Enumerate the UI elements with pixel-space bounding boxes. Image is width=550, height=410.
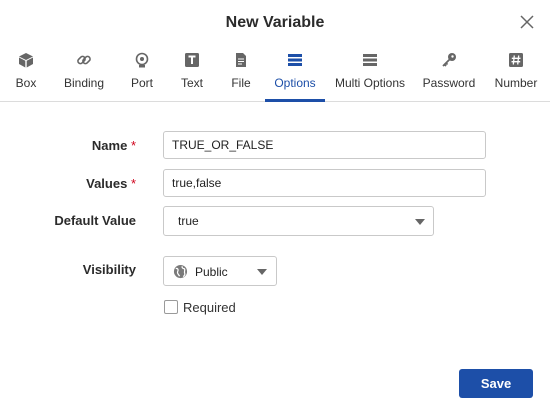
name-input[interactable]: TRUE_OR_FALSE (163, 131, 486, 159)
tab-label: Binding (63, 76, 105, 90)
required-label: Required (183, 300, 236, 315)
tab-label: Port (130, 76, 153, 90)
required-checkbox[interactable] (164, 300, 178, 314)
visibility-value: Public (195, 265, 228, 279)
hash-icon (509, 53, 523, 67)
text-icon (185, 53, 199, 67)
tab-text[interactable]: Text (172, 45, 212, 102)
tab-label: Number (494, 76, 538, 90)
default-value-select[interactable]: true (163, 206, 434, 236)
dialog-title: New Variable (225, 14, 325, 31)
tab-label: File (231, 76, 251, 90)
tab-port[interactable]: Port (122, 45, 162, 102)
multi-options-icon (363, 54, 377, 66)
values-label: Values (86, 176, 128, 191)
close-icon[interactable] (519, 14, 535, 30)
values-input[interactable]: true,false (163, 169, 486, 197)
box-icon (19, 53, 33, 68)
default-value-label: Default Value (54, 213, 136, 228)
variable-type-tabs: Box Binding Port Text File Options Multi… (0, 45, 550, 102)
globe-icon (173, 264, 188, 279)
name-label-row: Name * (60, 138, 136, 153)
tab-number[interactable]: Number (491, 45, 541, 102)
key-icon (442, 53, 456, 67)
tab-label: Multi Options (334, 76, 406, 90)
tab-password[interactable]: Password (422, 45, 476, 102)
file-icon (236, 53, 246, 67)
save-button[interactable]: Save (459, 369, 533, 398)
required-mark: * (130, 138, 136, 153)
options-icon (288, 54, 302, 66)
tab-file[interactable]: File (223, 45, 259, 102)
tab-label: Text (180, 76, 203, 90)
port-icon (135, 52, 149, 68)
tab-label: Password (422, 76, 476, 90)
chevron-down-icon (257, 269, 267, 275)
tab-binding[interactable]: Binding (58, 45, 110, 102)
tab-options[interactable]: Options (265, 45, 325, 102)
required-mark: * (130, 176, 136, 191)
tab-label: Options (274, 76, 316, 90)
tab-multi-options[interactable]: Multi Options (334, 45, 406, 102)
values-label-row: Values * (60, 176, 136, 191)
visibility-select[interactable]: Public (163, 256, 277, 286)
default-value-text: true (178, 214, 199, 228)
tab-label: Box (15, 76, 37, 90)
visibility-label: Visibility (82, 262, 136, 277)
chevron-down-icon (415, 219, 425, 225)
link-icon (77, 55, 91, 65)
tab-box[interactable]: Box (4, 45, 48, 102)
name-label: Name (91, 138, 128, 153)
